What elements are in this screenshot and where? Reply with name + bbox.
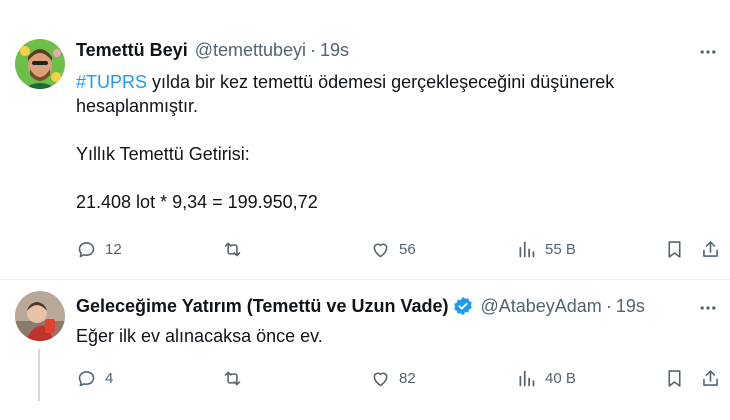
retweet-button[interactable] <box>222 237 243 261</box>
tweet-text-line: hesaplanmıştır. <box>76 96 199 116</box>
retweet-icon <box>224 371 241 385</box>
separator-dot: · <box>605 295 612 316</box>
retweet-icon <box>224 242 241 256</box>
share-icon <box>703 240 718 257</box>
views-icon <box>519 241 535 257</box>
action-bar: 12 56 55 B <box>76 237 718 261</box>
author-name[interactable]: Geleceğime Yatırım (Temettü ve Uzun Vade… <box>76 296 448 317</box>
action-bar: 4 82 40 B <box>76 366 718 390</box>
share-icon <box>703 369 718 386</box>
like-button[interactable]: 56 <box>370 237 416 261</box>
hashtag-link[interactable]: #TUPRS <box>76 72 147 92</box>
reply-count: 12 <box>105 240 122 258</box>
like-icon <box>373 372 388 386</box>
tweet-header: Temettü Beyi @temettubeyi · 19s <box>76 38 349 62</box>
thread-line <box>38 349 40 401</box>
reply-button[interactable]: 4 <box>76 366 113 390</box>
like-icon <box>373 243 388 257</box>
reply-icon <box>78 370 95 386</box>
reply-button[interactable]: 12 <box>76 237 122 261</box>
tweet-2[interactable]: Geleceğime Yatırım (Temettü ve Uzun Vade… <box>0 280 730 420</box>
avatar[interactable] <box>15 39 65 89</box>
tweet-text: #TUPRS yılda bir kez temettü ödemesi ger… <box>76 70 716 214</box>
bookmark-icon <box>668 369 681 387</box>
separator-dot: · <box>310 39 317 60</box>
bookmark-button[interactable] <box>664 366 685 390</box>
share-button[interactable] <box>700 237 721 261</box>
views-button[interactable]: 55 B <box>516 237 576 261</box>
view-count: 40 B <box>545 369 576 387</box>
retweet-button[interactable] <box>222 366 243 390</box>
author-handle[interactable]: @temettubeyi <box>195 40 306 61</box>
tweet-header: Geleceğime Yatırım (Temettü ve Uzun Vade… <box>76 294 645 318</box>
more-icon[interactable] <box>696 296 720 320</box>
reply-icon <box>78 241 95 257</box>
reply-count: 4 <box>105 369 114 387</box>
timestamp[interactable]: 19s <box>616 296 645 317</box>
bookmark-icon <box>668 240 681 258</box>
tweet-1[interactable]: Temettü Beyi @temettubeyi · 19s #TUPRS y… <box>0 0 730 280</box>
bookmark-button[interactable] <box>664 237 685 261</box>
tweet-text-line: Eğer ilk ev alınacaksa önce ev. <box>76 326 323 346</box>
views-icon <box>519 370 535 386</box>
like-button[interactable]: 82 <box>370 366 416 390</box>
tweet-text-line: 21.408 lot * 9,34 = 199.950,72 <box>76 192 318 212</box>
views-button[interactable]: 40 B <box>516 366 576 390</box>
avatar[interactable] <box>15 291 65 341</box>
author-name[interactable]: Temettü Beyi <box>76 40 188 61</box>
verified-icon <box>454 296 473 316</box>
tweet-text-line: yılda bir kez temettü ödemesi gerçekleşe… <box>147 72 615 92</box>
like-count: 82 <box>399 369 416 387</box>
tweet-text-line: Yıllık Temettü Getirisi: <box>76 144 250 164</box>
author-handle[interactable]: @AtabeyAdam <box>480 296 601 317</box>
timestamp[interactable]: 19s <box>320 40 349 61</box>
share-button[interactable] <box>700 366 721 390</box>
view-count: 55 B <box>545 240 576 258</box>
like-count: 56 <box>399 240 416 258</box>
tweet-text: Eğer ilk ev alınacaksa önce ev. <box>76 324 716 348</box>
more-icon[interactable] <box>696 40 720 64</box>
